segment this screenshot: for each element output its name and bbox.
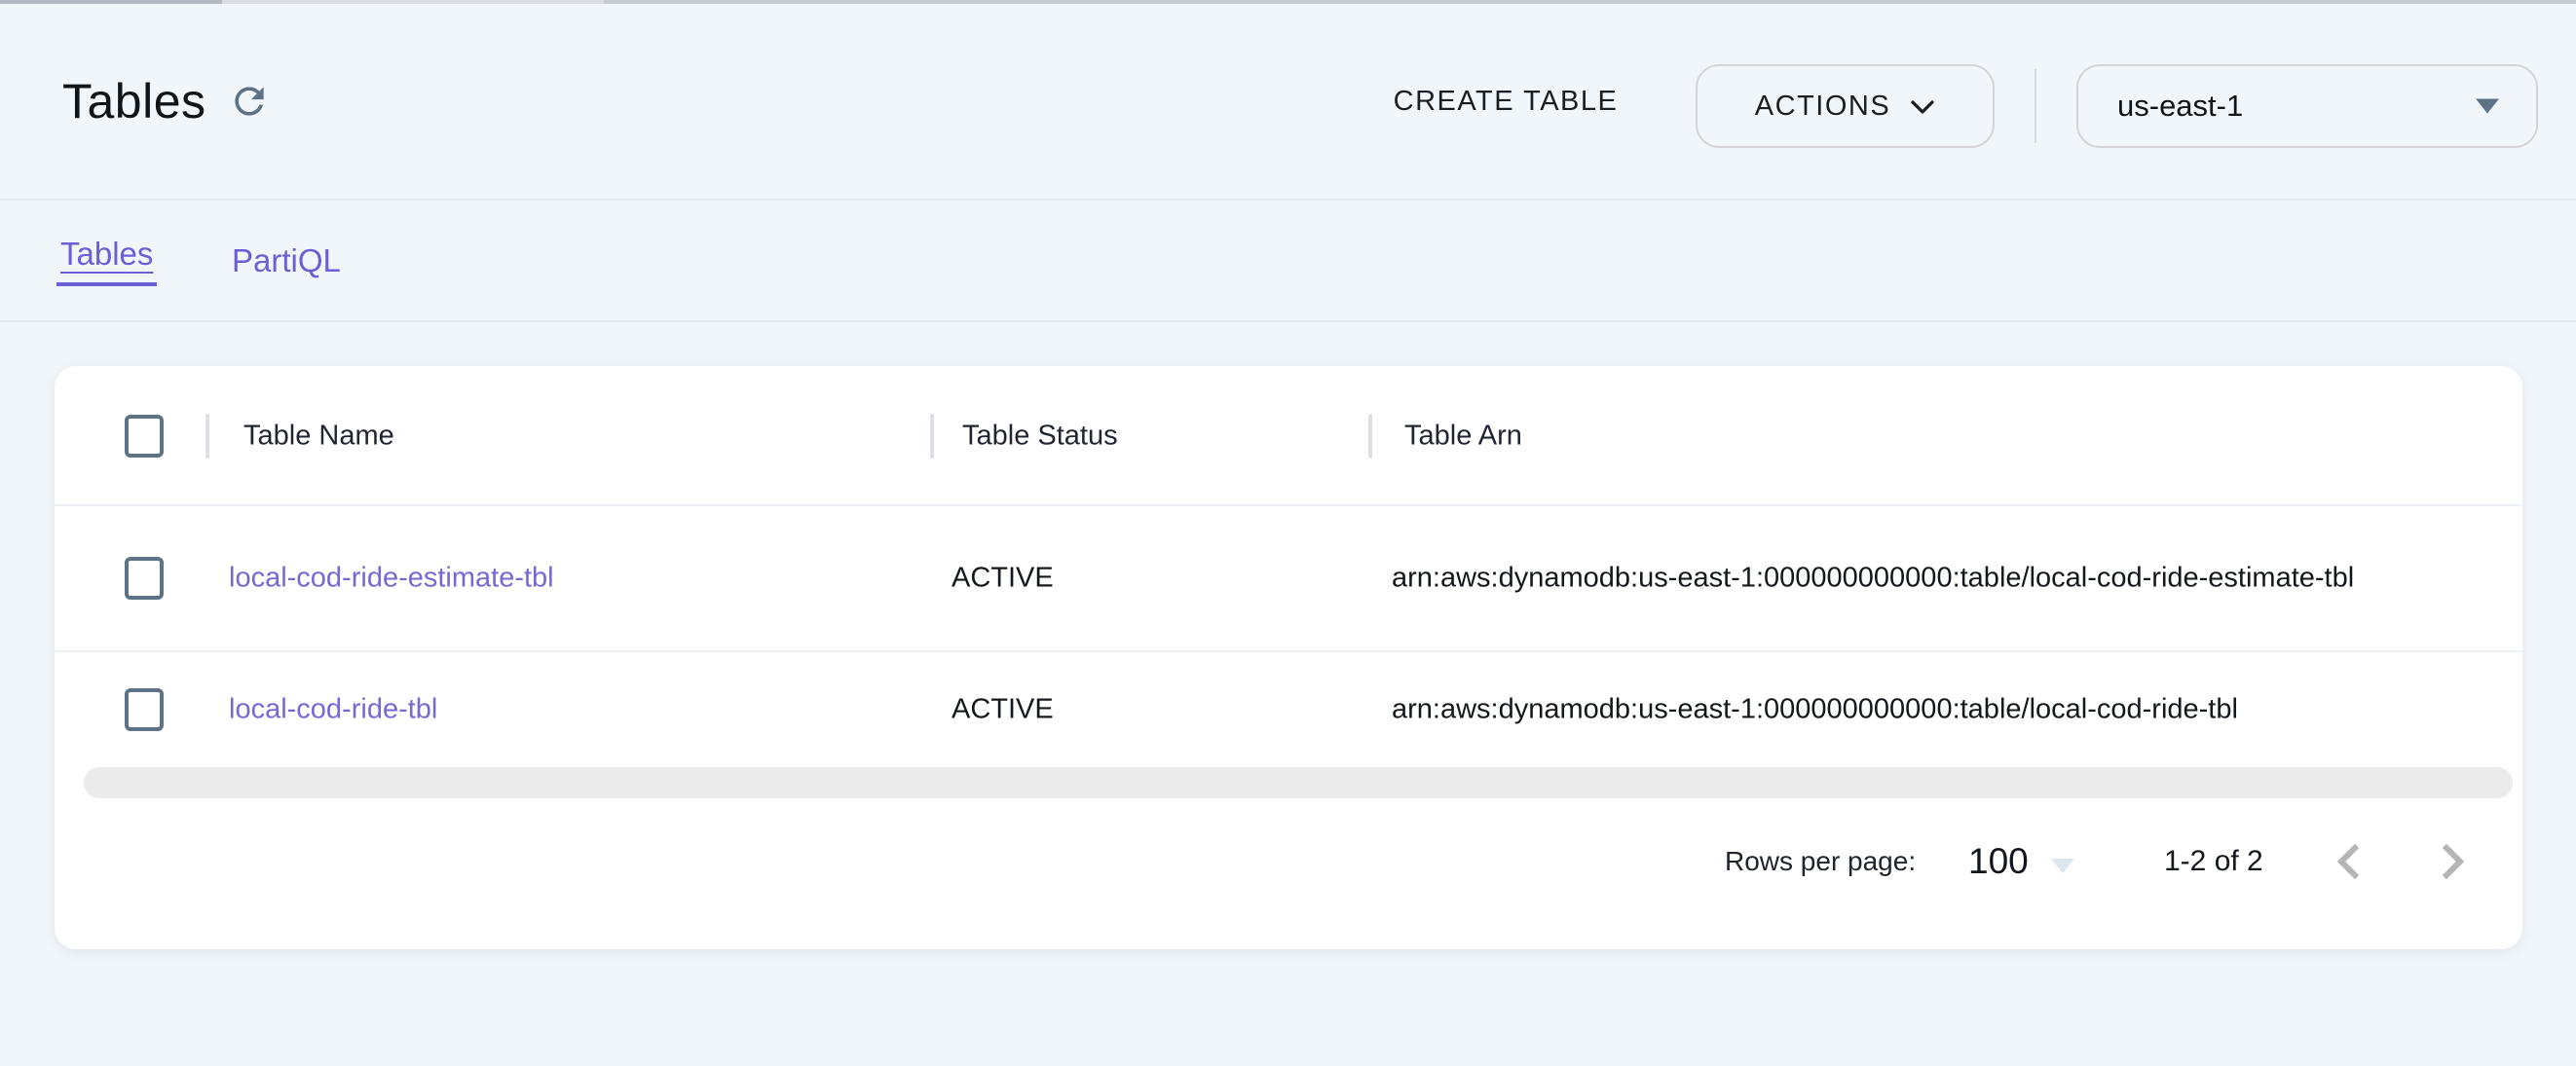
pagination-bar: Rows per page: 100 1-2 of 2 [55, 806, 2522, 918]
triangle-down-icon [2050, 841, 2075, 882]
region-select[interactable]: us-east-1 [2076, 64, 2538, 148]
table-row: local-cod-ride-estimate-tbl ACTIVE arn:a… [55, 506, 2522, 650]
tables-card: Table Name Table Status Table Arn local-… [55, 366, 2522, 949]
tab-tables[interactable]: Tables [56, 236, 157, 286]
column-divider [1368, 414, 1372, 459]
pagination-range-label: 1-2 of 2 [2164, 845, 2263, 878]
horizontal-scrollbar-thumb[interactable] [84, 767, 2513, 798]
table-name-link[interactable]: local-cod-ride-estimate-tbl [229, 563, 554, 595]
refresh-icon [228, 80, 275, 123]
row-checkbox[interactable] [125, 688, 164, 731]
page-title: Tables [62, 73, 206, 129]
previous-page-button[interactable] [2330, 838, 2376, 885]
chevron-right-icon [2433, 842, 2480, 881]
table-status-cell: ACTIVE [952, 563, 1054, 595]
region-select-value: us-east-1 [2117, 89, 2243, 124]
chevron-left-icon [2330, 842, 2376, 881]
rows-per-page-label: Rows per page: [1725, 846, 1916, 877]
table-status-cell: ACTIVE [952, 694, 1054, 726]
row-checkbox[interactable] [125, 557, 164, 600]
table-arn-cell: arn:aws:dynamodb:us-east-1:000000000000:… [1392, 694, 2238, 726]
select-all-checkbox[interactable] [125, 415, 164, 458]
actions-button-label: ACTIONS [1755, 91, 1890, 123]
column-header-table-name: Table Name [243, 420, 394, 452]
app-header: Tables CREATE TABLE ACTIONS us-east-1 [0, 4, 2576, 201]
tabs-bar: Tables PartiQL [0, 201, 2576, 322]
create-table-button[interactable]: CREATE TABLE [1363, 59, 1648, 143]
column-header-table-status: Table Status [962, 420, 1118, 452]
rows-per-page-select[interactable]: 100 [1968, 841, 2075, 882]
rows-per-page-value: 100 [1968, 841, 2029, 882]
chevron-down-icon [1910, 91, 1935, 123]
table-header-row: Table Name Table Status Table Arn [55, 366, 2522, 505]
table-arn-cell: arn:aws:dynamodb:us-east-1:000000000000:… [1392, 563, 2354, 595]
column-divider [205, 414, 209, 459]
next-page-button[interactable] [2433, 838, 2480, 885]
actions-dropdown-button[interactable]: ACTIONS [1696, 64, 1995, 148]
header-divider [2035, 69, 2036, 143]
column-divider [930, 414, 934, 459]
column-header-table-arn: Table Arn [1404, 420, 1522, 452]
refresh-button[interactable] [228, 78, 275, 125]
table-row: local-cod-ride-tbl ACTIVE arn:aws:dynamo… [55, 652, 2522, 767]
tab-partiql[interactable]: PartiQL [232, 242, 341, 279]
table-name-link[interactable]: local-cod-ride-tbl [229, 694, 437, 726]
